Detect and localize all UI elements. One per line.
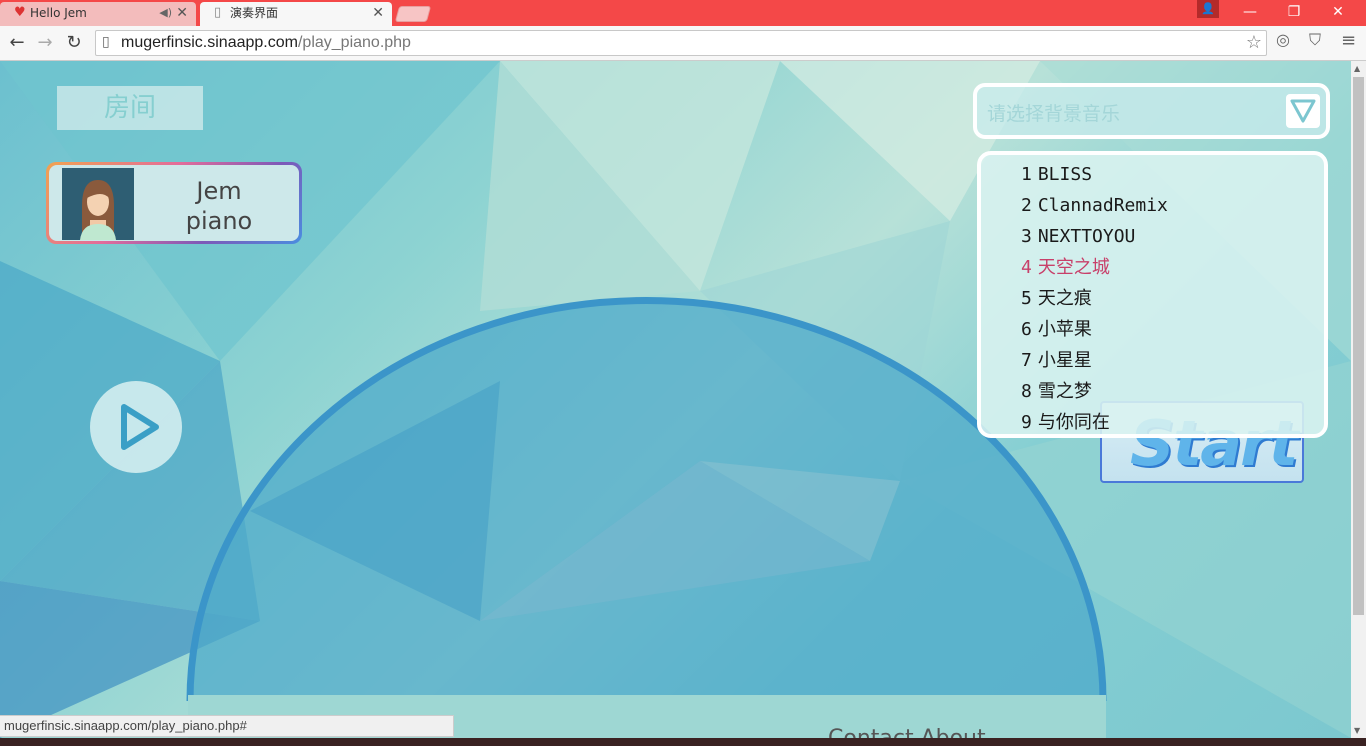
tab-hello-jem[interactable]: ♥ Hello Jem ◀) ✕: [0, 2, 196, 26]
music-item-number: 6: [1021, 319, 1032, 340]
url-host: mugerfinsic.sinaapp.com: [121, 34, 298, 51]
browser-toolbar: ← → ↻ ▯ mugerfinsic.sinaapp.com/play_pia…: [0, 26, 1366, 61]
scroll-down-icon[interactable]: ▼: [1354, 726, 1360, 735]
user-instrument: piano: [185, 207, 253, 235]
heart-icon: ♥: [14, 5, 26, 20]
scroll-up-icon[interactable]: ▲: [1354, 64, 1360, 73]
girl-avatar-icon: [62, 168, 134, 240]
music-item-title: 与你同在: [1037, 412, 1110, 433]
close-window-button[interactable]: ✕: [1316, 0, 1360, 24]
forward-button[interactable]: →: [33, 30, 57, 56]
music-item-title: 天之痕: [1037, 288, 1092, 309]
music-item-number: 1: [1021, 164, 1032, 185]
room-label: 房间: [57, 86, 203, 130]
play-icon: [121, 404, 159, 450]
music-item-title: NEXTTOYOU: [1037, 226, 1136, 247]
scroll-thumb[interactable]: [1353, 77, 1364, 615]
url-text: mugerfinsic.sinaapp.com/play_piano.php: [121, 34, 411, 52]
new-tab-button[interactable]: [394, 6, 432, 22]
back-button[interactable]: ←: [5, 30, 29, 56]
music-item-number: 7: [1021, 350, 1032, 371]
footer-links[interactable]: Contact About: [828, 726, 986, 738]
music-list-item[interactable]: 7 小星星: [1021, 345, 1324, 376]
music-list-item[interactable]: 4 天空之城: [1021, 252, 1324, 283]
music-item-number: 8: [1021, 381, 1032, 402]
music-item-title: 小星星: [1037, 350, 1092, 371]
music-list-item[interactable]: 2 ClannadRemix: [1021, 190, 1324, 221]
music-list: 1 BLISS 2 ClannadRemix 3 NEXTTOYOU 4 天空之城 5 天之痕 6 小…: [977, 151, 1328, 438]
select-placeholder: 请选择背景音乐: [987, 103, 1121, 125]
reload-button[interactable]: ↻: [62, 30, 86, 56]
close-tab-icon[interactable]: ✕: [176, 2, 188, 24]
user-card-inner: Jem piano: [49, 165, 299, 241]
music-list-item[interactable]: 9 与你同在: [1021, 407, 1324, 438]
music-item-title: 天空之城: [1037, 257, 1110, 278]
tab-title: Hello Jem: [30, 6, 87, 20]
music-item-number: 2: [1021, 195, 1032, 216]
music-list-item[interactable]: 5 天之痕: [1021, 283, 1324, 314]
user-name: Jem: [196, 177, 242, 205]
maximize-button[interactable]: ❐: [1272, 0, 1316, 24]
minimize-button[interactable]: —: [1228, 0, 1272, 24]
dropdown-arrow-icon[interactable]: [1286, 94, 1320, 128]
page-icon: ▯: [102, 34, 110, 50]
play-button[interactable]: [90, 381, 182, 473]
page-icon: ▯: [214, 5, 222, 20]
status-bar: mugerfinsic.sinaapp.com/play_piano.php#: [0, 715, 454, 737]
browser-titlebar: ♥ Hello Jem ◀) ✕ ▯ 演奏界面 ✕ 👤 — ❐ ✕: [0, 0, 1366, 26]
music-list-item[interactable]: 3 NEXTTOYOU: [1021, 221, 1324, 252]
address-bar[interactable]: ▯ mugerfinsic.sinaapp.com/play_piano.php…: [95, 30, 1267, 56]
music-item-number: 5: [1021, 288, 1032, 309]
shield-icon[interactable]: ⛉: [1309, 30, 1321, 50]
user-profile-icon[interactable]: 👤: [1197, 0, 1219, 18]
background-music-select[interactable]: 请选择背景音乐: [973, 83, 1330, 139]
user-card: Jem piano: [46, 162, 302, 244]
url-path: /play_piano.php: [297, 34, 411, 51]
music-list-item[interactable]: 6 小苹果: [1021, 314, 1324, 345]
menu-icon[interactable]: ≡: [1341, 30, 1356, 51]
vertical-scrollbar[interactable]: ▲ ▼: [1351, 61, 1366, 738]
avatar: [62, 168, 134, 240]
tab-play-interface[interactable]: ▯ 演奏界面 ✕: [200, 2, 392, 26]
extension-icon[interactable]: ◎: [1276, 30, 1290, 49]
music-list-item[interactable]: 8 雪之梦: [1021, 376, 1324, 407]
tab-title: 演奏界面: [230, 6, 279, 20]
music-item-number: 9: [1021, 412, 1032, 433]
bookmark-star-icon[interactable]: ☆: [1246, 32, 1262, 53]
music-item-number: 4: [1021, 257, 1032, 278]
music-item-title: BLISS: [1037, 164, 1093, 185]
page-content: 房间 Jem piano 请选择背景音乐 Start 1 BLISS 2 Cla…: [0, 61, 1351, 738]
music-item-title: ClannadRemix: [1037, 195, 1168, 216]
speaker-icon[interactable]: ◀): [159, 2, 172, 24]
music-list-item[interactable]: 1 BLISS: [1021, 159, 1324, 190]
music-item-title: 小苹果: [1037, 319, 1092, 340]
close-tab-icon[interactable]: ✕: [372, 2, 384, 24]
music-item-number: 3: [1021, 226, 1032, 247]
music-item-title: 雪之梦: [1037, 381, 1092, 402]
taskbar: [0, 738, 1366, 746]
